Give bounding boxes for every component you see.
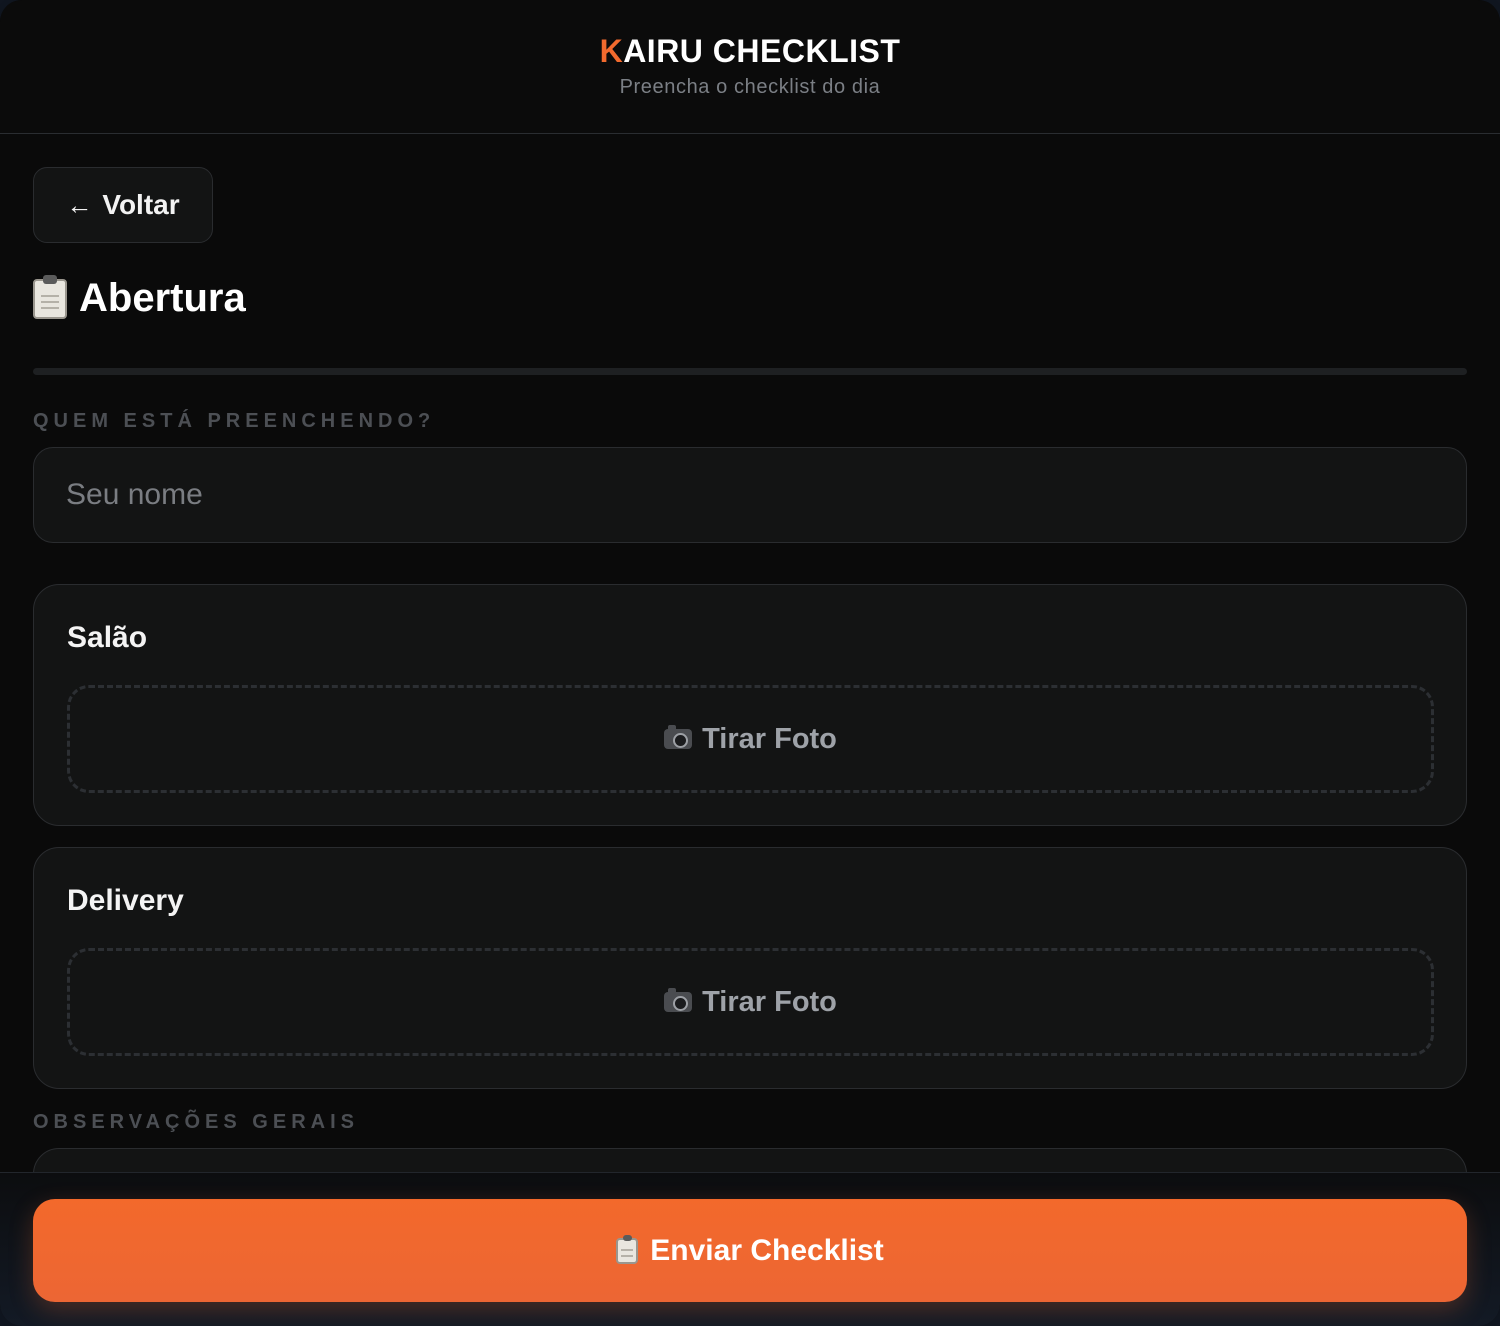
clipboard-icon <box>33 274 67 319</box>
camera-icon <box>664 988 693 1012</box>
checklist-card-salao: Salão Tirar Foto <box>33 584 1467 826</box>
arrow-left-icon: ← <box>66 189 93 220</box>
card-title: Salão <box>67 621 148 654</box>
brand-name: AIRU CHECKLIST <box>623 33 901 69</box>
back-button-label: Voltar <box>102 189 180 220</box>
card-title: Delivery <box>67 884 184 917</box>
submit-button-label: Enviar Checklist <box>650 1233 884 1267</box>
app-window: KAIRU CHECKLIST Preencha o checklist do … <box>0 0 1500 1326</box>
checklist-card-delivery: Delivery Tirar Foto <box>33 847 1467 1089</box>
take-photo-button[interactable]: Tirar Foto <box>67 948 1434 1056</box>
page-title-text: Abertura <box>79 276 246 320</box>
submit-checklist-button[interactable]: Enviar Checklist <box>33 1199 1467 1302</box>
app-frame: KAIRU CHECKLIST Preencha o checklist do … <box>0 0 1500 1326</box>
take-photo-button[interactable]: Tirar Foto <box>67 685 1434 793</box>
header-subtitle: Preencha o checklist do dia <box>619 76 881 98</box>
name-input[interactable] <box>33 447 1467 543</box>
page-title: Abertura <box>33 274 246 321</box>
camera-icon <box>664 725 693 749</box>
section-divider <box>33 368 1467 375</box>
take-photo-label: Tirar Foto <box>702 722 837 755</box>
clipboard-icon <box>616 1234 639 1264</box>
brand-title: KAIRU CHECKLIST <box>0 33 1500 70</box>
app-header: KAIRU CHECKLIST Preencha o checklist do … <box>0 0 1500 134</box>
brand-accent-letter: K <box>599 33 624 69</box>
name-field-label: QUEM ESTÁ PREENCHENDO? <box>33 410 436 432</box>
observations-label: OBSERVAÇÕES GERAIS <box>33 1111 359 1133</box>
take-photo-label: Tirar Foto <box>702 985 837 1018</box>
back-button[interactable]: ← Voltar <box>33 167 213 243</box>
